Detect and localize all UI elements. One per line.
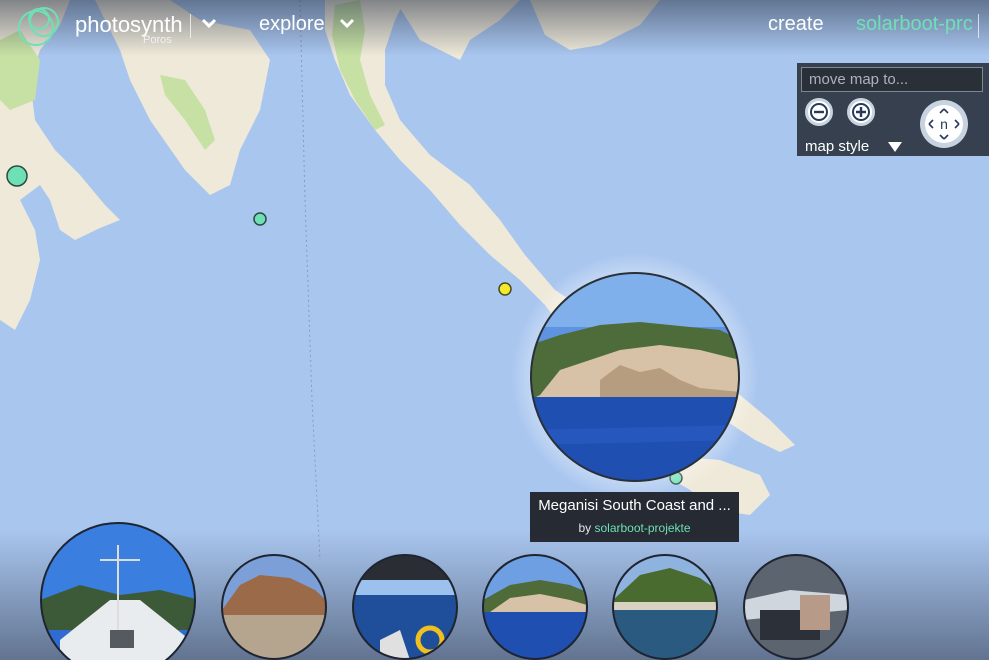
photosynth-logo-icon[interactable] — [14, 2, 66, 50]
move-map-input[interactable] — [801, 67, 983, 92]
divider — [190, 14, 191, 38]
divider — [978, 14, 979, 38]
synth-preview-bubble[interactable] — [511, 253, 759, 501]
zoom-out-button[interactable] — [805, 98, 833, 126]
cabin-thumbnail[interactable] — [744, 555, 848, 659]
compass-north-label: n — [940, 116, 948, 132]
map-marker[interactable] — [253, 212, 267, 226]
map-style-menu[interactable]: map style — [805, 138, 869, 155]
explore-menu[interactable]: explore — [259, 13, 325, 36]
map-controls-panel: map style n — [797, 63, 989, 156]
compass-pan-control[interactable]: n — [918, 98, 970, 150]
chevron-down-icon[interactable] — [201, 16, 217, 30]
map-marker-selected[interactable] — [498, 282, 512, 296]
minus-icon — [810, 103, 828, 121]
create-link[interactable]: create — [768, 13, 824, 36]
zoom-in-button[interactable] — [847, 98, 875, 126]
map-marker-large[interactable] — [6, 165, 28, 187]
user-menu[interactable]: solarboot-prc — [856, 13, 973, 36]
triangle-down-icon[interactable] — [888, 142, 902, 152]
plus-icon — [852, 103, 870, 121]
synth-title[interactable]: Meganisi South Coast and ... — [530, 497, 739, 514]
top-bar: photosynth Poros explore create solarboo… — [0, 0, 989, 56]
chevron-down-icon[interactable] — [339, 16, 355, 30]
location-name: Poros — [143, 34, 172, 46]
